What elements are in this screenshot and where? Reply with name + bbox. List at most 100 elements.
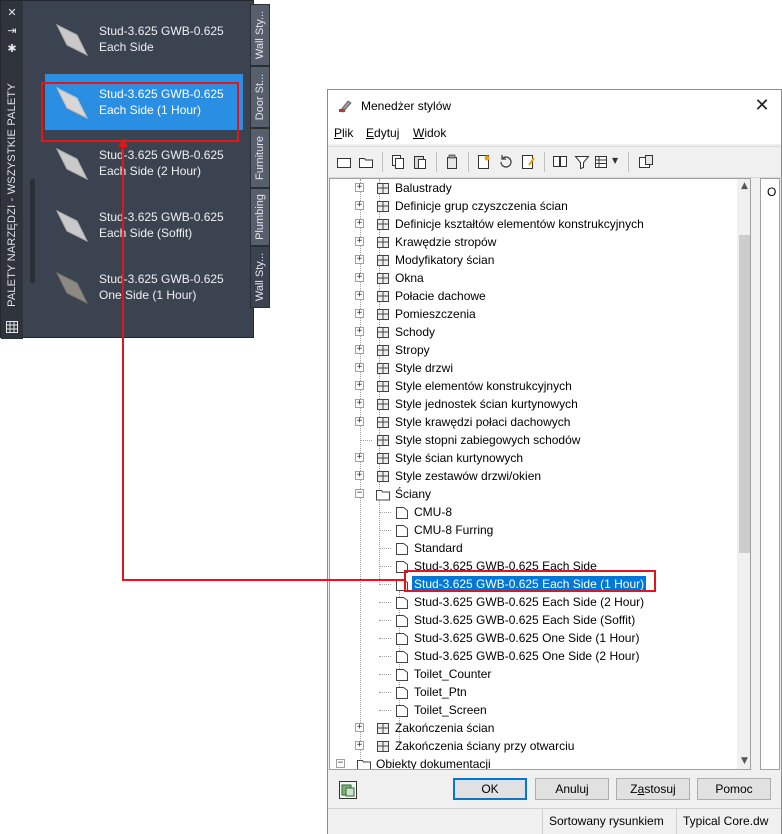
tree-item-label: Stud-3.625 GWB-0.625 Each Side (Soffit) (414, 613, 636, 627)
expand-icon[interactable]: + (355, 471, 364, 480)
wall-style-icon (396, 507, 408, 519)
scroll-thumb[interactable] (739, 235, 750, 553)
tree-item[interactable]: + Definicje grup czyszczenia ścian (330, 197, 750, 215)
tree-item[interactable]: Style stopni zabiegowych schodów (330, 431, 750, 449)
apply-button[interactable]: Zastosuj (616, 778, 690, 800)
tab-wall-styles-1[interactable]: Wall Sty... (250, 4, 270, 66)
tree-item-label: Style zestawów drzwi/okien (395, 469, 542, 483)
expand-icon[interactable]: + (355, 219, 364, 228)
tree-item[interactable]: + Połacie dachowe (330, 287, 750, 305)
expand-icon[interactable]: + (355, 201, 364, 210)
tree-item[interactable]: − Ściany (330, 485, 750, 503)
tree-item[interactable]: Toilet_Counter (330, 665, 750, 683)
tab-wall-styles-2[interactable]: Wall Sty... (250, 246, 270, 308)
tab-door-styles[interactable]: Door St... (250, 66, 270, 128)
tree-item[interactable]: + Schody (330, 323, 750, 341)
tree-item[interactable]: + Style drzwi (330, 359, 750, 377)
tree-item[interactable]: + Pomieszczenia (330, 305, 750, 323)
wall-style-icon (396, 543, 408, 555)
tree-item[interactable]: Toilet_Ptn (330, 683, 750, 701)
collapse-icon[interactable]: − (355, 489, 364, 498)
expand-icon[interactable]: + (355, 741, 364, 750)
expand-icon[interactable]: + (355, 255, 364, 264)
expand-icon[interactable]: + (355, 399, 364, 408)
railing-icon (377, 183, 389, 194)
scroll-up-icon[interactable]: ▲ (739, 179, 750, 194)
expand-icon[interactable]: + (355, 327, 364, 336)
tree-item[interactable]: + Zakończenia ścian (330, 719, 750, 737)
new-style-icon[interactable] (476, 154, 492, 170)
palette-menu-icon[interactable] (5, 321, 19, 333)
drawing-setup-icon[interactable] (638, 154, 654, 170)
tree-item[interactable]: + Style krawędzi połaci dachowych (330, 413, 750, 431)
copy-icon[interactable] (390, 154, 406, 170)
tree-item[interactable]: Stud-3.625 GWB-0.625 Each Side (2 Hour) (330, 593, 750, 611)
tree-item[interactable]: − Obiekty dokumentacji (330, 755, 750, 769)
palette-tool-item[interactable]: Stud-3.625 GWB-0.625 Each Side (45, 11, 243, 67)
open-drawing-icon[interactable] (358, 154, 374, 170)
tree-item[interactable]: Stud-3.625 GWB-0.625 Each Side (Soffit) (330, 611, 750, 629)
tree-item[interactable]: + Style ścian kurtynowych (330, 449, 750, 467)
menu-file[interactable]: Plik (334, 126, 353, 140)
tree-item[interactable]: CMU-8 Furring (330, 521, 750, 539)
expand-icon[interactable]: + (355, 237, 364, 246)
close-window-icon[interactable]: ✕ (751, 95, 773, 117)
tab-furniture[interactable]: Furniture (250, 128, 270, 188)
filter-icon[interactable] (574, 154, 590, 170)
refresh-style-icon[interactable] (498, 154, 514, 170)
paste-icon[interactable] (412, 154, 428, 170)
tree-item[interactable]: Toilet_Screen (330, 701, 750, 719)
tree-item[interactable]: + Stropy (330, 341, 750, 359)
tree-item[interactable]: Stud-3.625 GWB-0.625 One Side (1 Hour) (330, 629, 750, 647)
expand-icon[interactable]: + (355, 723, 364, 732)
help-button[interactable]: Pomoc (697, 778, 771, 800)
ok-button[interactable]: OK (453, 778, 527, 800)
tree-item[interactable]: + Definicje kształtów elementów konstrukc… (330, 215, 750, 233)
expand-icon[interactable]: + (355, 453, 364, 462)
scroll-down-icon[interactable]: ▼ (739, 754, 750, 769)
tree-item[interactable]: Standard (330, 539, 750, 557)
tree-item-label: Zakończenia ściany przy otwarciu (395, 739, 575, 753)
tree-item[interactable]: + Style elementów konstrukcyjnych (330, 377, 750, 395)
tree-item[interactable]: + Okna (330, 269, 750, 287)
palette-scrollbar[interactable] (30, 179, 35, 283)
expand-icon[interactable]: + (355, 363, 364, 372)
tree-item[interactable]: CMU-8 (330, 503, 750, 521)
collapse-icon[interactable]: − (336, 759, 345, 768)
close-icon[interactable]: ✕ (5, 7, 19, 19)
edit-style-icon[interactable] (520, 154, 536, 170)
menu-view[interactable]: Widok (413, 126, 446, 140)
expand-icon[interactable]: + (355, 291, 364, 300)
palette-tool-item[interactable]: Stud-3.625 GWB-0.625 Each Side (Soffit) (45, 197, 243, 253)
expand-icon[interactable]: + (355, 183, 364, 192)
tree-scrollbar[interactable]: ▲ ▼ (737, 179, 750, 769)
tree-item[interactable]: + Style zestawów drzwi/okien (330, 467, 750, 485)
tree-item[interactable]: + Modyfikatory ścian (330, 251, 750, 269)
compare-styles-icon[interactable] (552, 154, 568, 170)
expand-icon[interactable]: + (355, 381, 364, 390)
tree-item[interactable]: Stud-3.625 GWB-0.625 One Side (2 Hour) (330, 647, 750, 665)
expand-icon[interactable]: + (355, 273, 364, 282)
tree-item[interactable]: + Style jednostek ścian kurtynowych (330, 395, 750, 413)
expand-icon[interactable]: + (355, 345, 364, 354)
menu-edit[interactable]: Edytuj (366, 126, 399, 140)
toggle-view-icon[interactable] (338, 780, 358, 800)
properties-gear-icon[interactable]: ✱ (5, 43, 19, 55)
palette-tool-item[interactable]: Stud-3.625 GWB-0.625 Each Side (2 Hour) (45, 135, 243, 191)
palette-tool-item[interactable]: Stud-3.625 GWB-0.625 One Side (1 Hour) (45, 259, 243, 315)
tab-plumbing[interactable]: Plumbing (250, 188, 270, 246)
tree-item[interactable]: + Zakończenia ściany przy otwarciu (330, 737, 750, 755)
cancel-button[interactable]: Anuluj (535, 778, 609, 800)
expand-icon[interactable]: + (355, 417, 364, 426)
new-drawing-icon[interactable] (336, 154, 352, 170)
expand-icon[interactable]: + (355, 309, 364, 318)
view-options-icon[interactable] (594, 154, 610, 170)
title-bar: Menedżer stylów ✕ (328, 90, 781, 122)
tree-item[interactable]: + Krawędzie stropów (330, 233, 750, 251)
purge-icon[interactable] (444, 154, 460, 170)
view-options-dropdown-icon[interactable]: ▼ (612, 156, 618, 165)
autohide-icon[interactable]: ⇥ (5, 25, 19, 37)
opening-endcap-icon (377, 741, 389, 752)
style-tree-view[interactable]: + Balustrady + Definicje grup czyszczenia ś… (329, 178, 751, 770)
tree-item[interactable]: + Balustrady (330, 179, 750, 197)
